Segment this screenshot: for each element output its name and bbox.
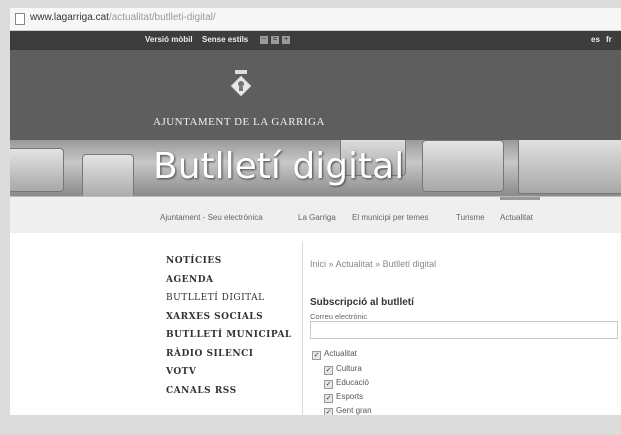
keyboard-key-image — [518, 140, 621, 194]
coat-of-arms-logo[interactable] — [230, 70, 252, 98]
nav-item-la-garriga[interactable]: La Garriga — [298, 213, 336, 222]
sidebar-item-agenda[interactable]: AGENDA — [166, 275, 292, 294]
nav-item-actualitat[interactable]: Actualitat — [500, 213, 533, 222]
main-nav: Ajuntament - Seu electrònica La Garriga … — [10, 196, 621, 233]
checkbox-actualitat[interactable]: ✓ Actualitat — [312, 349, 357, 360]
banner: Butlletí digital — [10, 140, 621, 196]
checkbox-label: Esports — [336, 392, 364, 401]
breadcrumb-separator: » — [375, 259, 381, 269]
checkbox-cultura[interactable]: ✓ Cultura — [324, 364, 362, 375]
keyboard-key-image — [10, 148, 64, 192]
utility-bar: Versió mòbil Sense estils − = + es fr — [10, 31, 621, 50]
checkbox-educacio[interactable]: ✓ Educació — [324, 378, 369, 389]
text-smaller-button[interactable]: − — [260, 36, 268, 44]
checkbox-label: Educació — [336, 378, 369, 387]
checkbox-gent-gran[interactable]: ✓ Gent gran — [324, 406, 372, 415]
site-header: AJUNTAMENT DE LA GARRIGA — [10, 50, 621, 140]
url-path: /actualitat/butlleti-digital/ — [108, 12, 216, 23]
sidebar-item-canals-rss[interactable]: CANALS RSS — [166, 386, 292, 405]
checkbox-checked-icon[interactable]: ✓ — [324, 380, 333, 389]
text-larger-button[interactable]: + — [282, 36, 290, 44]
org-name: AJUNTAMENT DE LA GARRIGA — [153, 116, 325, 128]
sidebar-item-votv[interactable]: VOTV — [166, 367, 292, 386]
keyboard-key-image — [82, 154, 134, 196]
breadcrumb: Inici » Actualitat » Butlletí digital — [310, 259, 436, 269]
lang-es-link[interactable]: es — [591, 35, 600, 44]
subscription-heading: Subscripció al butlletí — [310, 297, 414, 308]
email-input[interactable] — [310, 321, 618, 339]
checkbox-checked-icon[interactable]: ✓ — [324, 366, 333, 375]
checkbox-checked-icon[interactable]: ✓ — [312, 351, 321, 360]
checkbox-checked-icon[interactable]: ✓ — [324, 408, 333, 415]
page-icon — [15, 13, 25, 25]
checkbox-checked-icon[interactable]: ✓ — [324, 394, 333, 403]
sidebar-item-noticies[interactable]: NOTÍCIES — [166, 256, 292, 275]
mobile-version-link[interactable]: Versió mòbil — [145, 35, 193, 44]
checkbox-esports[interactable]: ✓ Esports — [324, 392, 363, 403]
text-reset-button[interactable]: = — [271, 36, 279, 44]
nav-item-municipi[interactable]: El municipi per temes — [352, 213, 428, 222]
keyboard-key-image — [422, 140, 504, 192]
sidebar-item-xarxes-socials[interactable]: XARXES SOCIALS — [166, 312, 292, 331]
browser-screenshot: www.lagarriga.cat/actualitat/butlleti-di… — [10, 8, 621, 415]
banner-title: Butlletí digital — [153, 146, 405, 187]
sidebar-item-radio-silenci[interactable]: RÀDIO SILENCI — [166, 349, 292, 368]
breadcrumb-section[interactable]: Actualitat — [336, 259, 373, 269]
no-styles-link[interactable]: Sense estils — [202, 35, 248, 44]
sidebar-item-butlleti-municipal[interactable]: BUTLLETÍ MUNICIPAL — [166, 330, 292, 349]
email-label: Correu electrònic — [310, 312, 368, 321]
content-divider — [302, 241, 303, 415]
breadcrumb-home[interactable]: Inici — [310, 259, 326, 269]
url-text[interactable]: www.lagarriga.cat/actualitat/butlleti-di… — [30, 12, 216, 23]
nav-item-turisme[interactable]: Turisme — [456, 213, 485, 222]
breadcrumb-separator: » — [328, 259, 334, 269]
lang-fr-link[interactable]: fr — [606, 35, 612, 44]
active-tab-indicator — [500, 197, 540, 200]
url-host: www.lagarriga.cat — [30, 12, 109, 23]
checkbox-label: Cultura — [336, 364, 362, 373]
sidebar-menu: NOTÍCIES AGENDA BUTLLETÍ DIGITAL XARXES … — [166, 256, 292, 404]
checkbox-label: Gent gran — [336, 406, 372, 415]
breadcrumb-current: Butlletí digital — [382, 259, 437, 269]
sidebar-item-butlleti-digital[interactable]: BUTLLETÍ DIGITAL — [166, 293, 292, 312]
nav-item-ajuntament[interactable]: Ajuntament - Seu electrònica — [160, 213, 263, 222]
address-bar[interactable]: www.lagarriga.cat/actualitat/butlleti-di… — [10, 8, 621, 31]
checkbox-label: Actualitat — [324, 349, 357, 358]
